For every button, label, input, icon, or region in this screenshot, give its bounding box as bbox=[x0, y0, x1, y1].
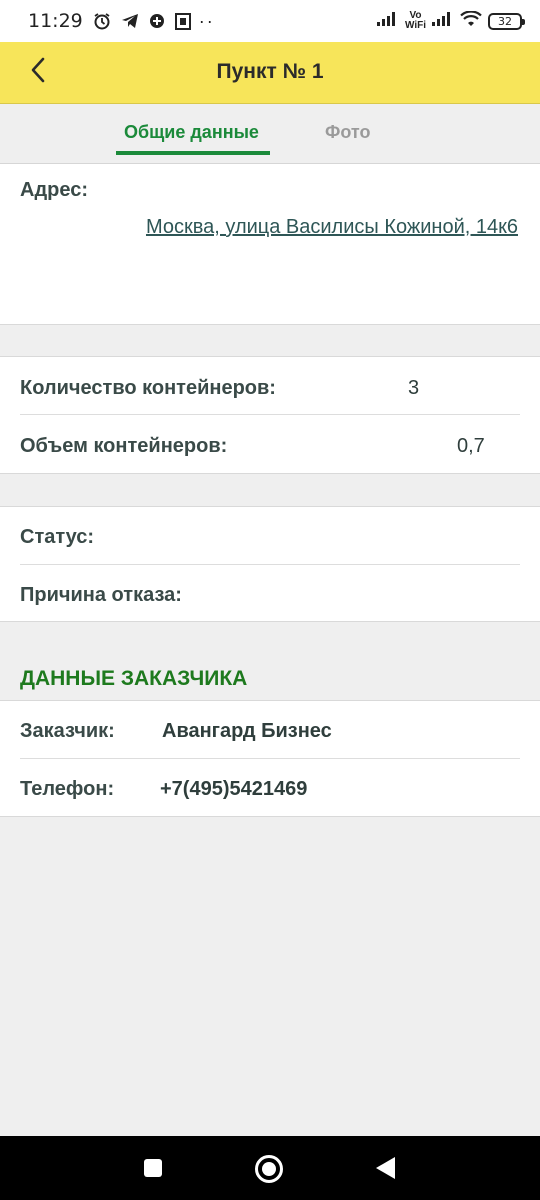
phone-label: Телефон: bbox=[20, 778, 115, 800]
tab-general-data[interactable]: Общие данные bbox=[124, 122, 259, 143]
recents-button[interactable] bbox=[144, 1159, 162, 1177]
container-volume-label: Объем контейнеров: bbox=[20, 435, 228, 457]
address-section: Адрес: Москва, улица Василисы Кожиной, 1… bbox=[0, 164, 540, 325]
divider bbox=[20, 564, 520, 565]
refusal-reason-label: Причина отказа: bbox=[20, 584, 182, 606]
status-time: 11:29 bbox=[28, 10, 83, 32]
system-back-button[interactable] bbox=[376, 1157, 395, 1179]
container-count-label: Количество контейнеров: bbox=[20, 377, 276, 399]
tab-photo[interactable]: Фото bbox=[325, 122, 370, 143]
container-volume-value: 0,7 bbox=[457, 435, 485, 457]
signal-icon bbox=[376, 11, 399, 31]
divider bbox=[20, 758, 520, 759]
address-link[interactable]: Москва, улица Василисы Кожиной, 14к6 bbox=[146, 216, 518, 239]
customer-section: Заказчик: Авангард Бизнес Телефон: +7(49… bbox=[0, 700, 540, 817]
sim-icon bbox=[174, 12, 191, 30]
signal-icon-2 bbox=[432, 11, 454, 31]
app-bar: Пункт № 1 bbox=[0, 42, 540, 104]
wifi-icon bbox=[460, 9, 482, 32]
phone-value[interactable]: +7(495)5421469 bbox=[160, 778, 307, 801]
divider bbox=[20, 414, 520, 415]
home-button[interactable] bbox=[255, 1155, 283, 1183]
customer-value: Авангард Бизнес bbox=[162, 720, 332, 742]
container-count-value: 3 bbox=[408, 377, 420, 399]
containers-section: Количество контейнеров: 3 Объем контейне… bbox=[0, 356, 540, 474]
page-title: Пункт № 1 bbox=[216, 60, 324, 83]
system-nav-bar bbox=[0, 1136, 540, 1200]
vpn-icon bbox=[149, 13, 165, 29]
tab-bar: Общие данные Фото bbox=[0, 104, 540, 164]
alarm-icon bbox=[93, 12, 111, 30]
vowifi-indicator: Vo WiFi bbox=[405, 11, 426, 31]
battery-icon: 32 bbox=[488, 12, 525, 30]
active-tab-indicator bbox=[116, 151, 270, 155]
customer-section-heading: ДАННЫЕ ЗАКАЗЧИКА bbox=[20, 667, 248, 690]
vowifi-bottom: WiFi bbox=[404, 20, 426, 31]
address-label: Адрес: bbox=[20, 179, 88, 201]
telegram-icon bbox=[121, 13, 139, 29]
more-notifications-icon: ·· bbox=[198, 10, 215, 31]
status-bar: 11:29 ·· Vo WiFi 32 bbox=[0, 0, 540, 42]
status-label: Статус: bbox=[20, 526, 95, 548]
status-section: Статус: Причина отказа: bbox=[0, 506, 540, 622]
customer-label: Заказчик: bbox=[20, 720, 115, 742]
